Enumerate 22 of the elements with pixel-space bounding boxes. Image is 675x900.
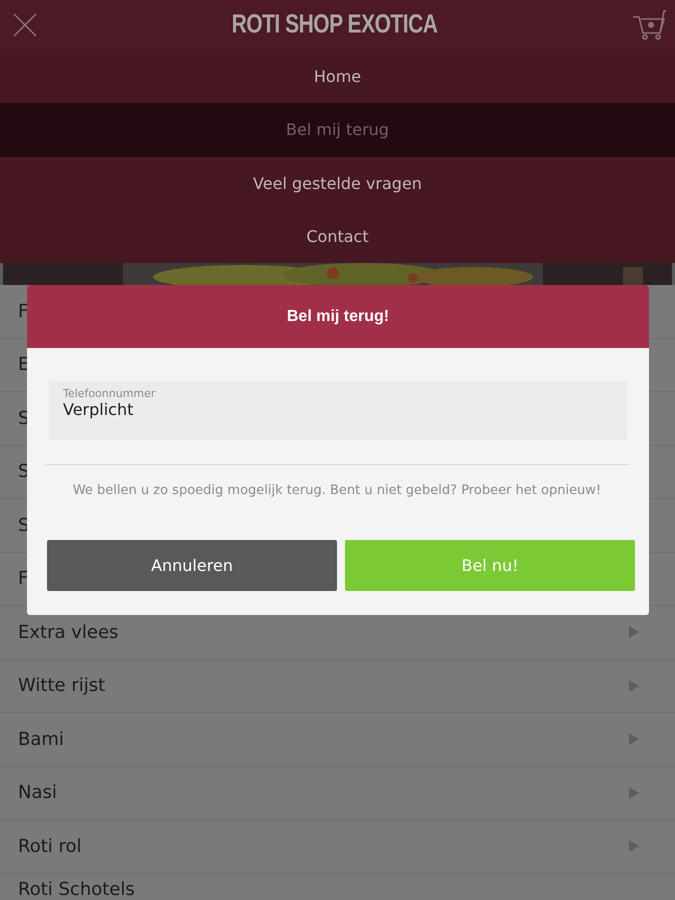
category-item[interactable]: Nasi — [18, 782, 57, 804]
phone-input[interactable]: Verplicht — [63, 400, 613, 419]
phone-field[interactable]: Telefoonnummer Verplicht — [49, 381, 627, 440]
category-item[interactable]: Extra vlees — [18, 622, 118, 643]
logo-text: ROTI SHOP EXOTICA — [232, 10, 438, 40]
call-button[interactable]: Bel nu! — [345, 540, 635, 591]
cart-icon[interactable] — [631, 9, 667, 41]
category-item[interactable]: Roti Schotels — [18, 879, 135, 900]
dialog-title: Bel mij terug! — [27, 285, 649, 348]
menu-item[interactable]: Contact — [0, 210, 675, 264]
menu-item[interactable]: Bel mij terug — [0, 103, 675, 157]
close-icon[interactable] — [12, 12, 38, 38]
cancel-button[interactable]: Annuleren — [47, 540, 337, 591]
category-item[interactable]: Witte rijst — [18, 675, 106, 696]
category-item[interactable]: F — [18, 568, 28, 590]
category-item[interactable]: Roti rol — [18, 836, 82, 857]
menu-item[interactable]: Home — [0, 50, 675, 104]
category-item[interactable]: F — [18, 300, 28, 322]
category-item[interactable]: Bami — [18, 728, 64, 750]
menu-item[interactable]: Veel gestelde vragen — [0, 156, 675, 210]
field-label: Telefoonnummer — [63, 387, 156, 400]
dialog-message: We bellen u zo spoedig mogelijk terug. Bent u niet gebeld? Probeer het opnieuw! — [72, 483, 602, 498]
